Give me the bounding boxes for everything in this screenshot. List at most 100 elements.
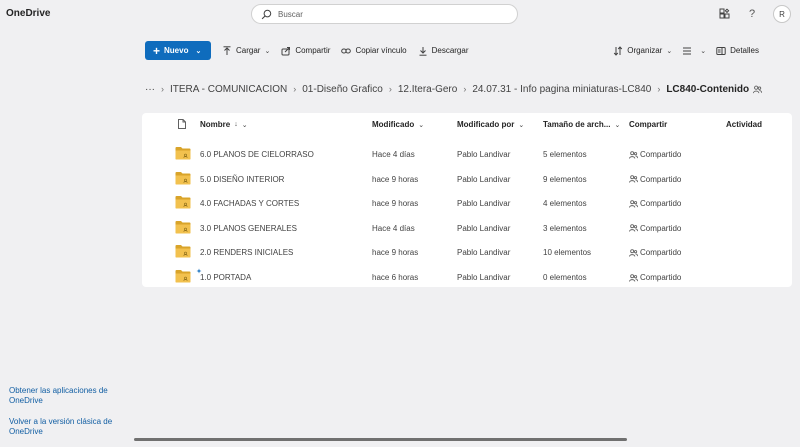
modified-by: Pablo Landivar xyxy=(457,174,511,184)
shared-people-icon xyxy=(629,150,638,159)
breadcrumb-overflow-button[interactable]: ··· xyxy=(145,84,155,95)
avatar[interactable]: R xyxy=(773,5,791,23)
search-input[interactable] xyxy=(278,9,498,19)
chevron-right-icon: › xyxy=(463,84,467,94)
folder-icon xyxy=(175,245,191,258)
chevron-down-icon: ⌄ xyxy=(264,47,271,55)
column-header-modified-by[interactable]: Modificado por ⌄ xyxy=(457,120,524,129)
breadcrumb-item[interactable]: 12.Itera-Gero xyxy=(398,84,457,95)
new-button-label: Nuevo xyxy=(164,46,189,55)
upload-button[interactable]: Cargar ⌄ xyxy=(222,45,271,56)
download-icon xyxy=(419,46,427,56)
breadcrumb-item[interactable]: 24.07.31 - Info pagina miniaturas-LC840 xyxy=(472,84,651,95)
modified-date: Hace 4 días xyxy=(372,150,415,159)
chevron-right-icon: › xyxy=(657,84,661,94)
copy-link-button[interactable]: Copiar vínculo xyxy=(341,46,407,56)
sharing-label: Compartido xyxy=(640,248,682,258)
modified-by: Pablo Landivar xyxy=(457,248,511,258)
help-icon[interactable]: ? xyxy=(741,3,763,25)
chevron-down-icon: ⌄ xyxy=(418,121,425,129)
shared-people-icon xyxy=(629,199,638,208)
modified-by: Pablo Landivar xyxy=(457,199,511,209)
search-box[interactable] xyxy=(251,4,518,24)
column-header-sharing[interactable]: Compartir xyxy=(629,120,667,129)
organize-label: Organizar xyxy=(627,46,663,55)
shared-people-icon xyxy=(629,249,638,257)
table-row[interactable]: 3.0 PLANOS GENERALES Hace 4 días Pablo Lan… xyxy=(142,216,792,240)
chevron-down-icon: ⌄ xyxy=(700,47,707,55)
sharing-status[interactable]: Compartido xyxy=(629,248,681,257)
shared-people-icon xyxy=(629,273,638,282)
shared-people-icon xyxy=(753,85,763,93)
list-view-icon xyxy=(683,47,692,54)
table-row[interactable]: 2.0 RENDERS INICIALES hace 9 horas Pablo L… xyxy=(142,240,792,264)
file-type-icon[interactable] xyxy=(178,119,186,129)
sharing-status[interactable]: Compartido xyxy=(629,175,681,184)
file-size: 4 elementos xyxy=(543,199,587,209)
new-button[interactable]: + Nuevo ⌄ xyxy=(145,41,211,60)
sharing-label: Compartido xyxy=(640,273,682,282)
chevron-down-icon: ⌄ xyxy=(241,121,248,129)
view-options-button[interactable]: ⌄ xyxy=(682,46,706,56)
link-icon xyxy=(341,48,352,53)
column-header-activity[interactable]: Actividad xyxy=(726,120,762,129)
column-header-size-label: Tamaño de arch... xyxy=(543,120,611,129)
share-button[interactable]: Compartir xyxy=(281,46,330,56)
sharing-status[interactable]: Compartido xyxy=(629,150,681,159)
copy-link-label: Copiar vínculo xyxy=(355,46,407,55)
chevron-right-icon: › xyxy=(388,84,392,94)
premium-icon[interactable] xyxy=(714,3,736,25)
column-header-name-label: Nombre xyxy=(200,120,231,129)
breadcrumb: ··· › ITERA - COMUNICACION › 01-Diseño G… xyxy=(145,81,763,97)
file-name[interactable]: 6.0 PLANOS DE CIELORRASO xyxy=(200,150,314,159)
file-size: 10 elementos xyxy=(543,248,592,258)
chevron-down-icon: ⌄ xyxy=(195,47,202,55)
column-header-size[interactable]: Tamaño de arch... ⌄ xyxy=(543,120,620,129)
file-list: Nombre ↓ ⌄ Modificado ⌄ Modificado por ⌄… xyxy=(142,113,792,287)
plus-icon: + xyxy=(153,43,161,58)
chevron-down-icon: ⌄ xyxy=(518,121,525,129)
file-size: 9 elementos xyxy=(543,174,587,184)
classic-view-link[interactable]: Volver a la versión clásica de OneDrive xyxy=(9,417,129,437)
column-header-name[interactable]: Nombre ↓ ⌄ xyxy=(200,120,248,129)
get-apps-link[interactable]: Obtener las aplicaciones de OneDrive xyxy=(9,386,129,406)
file-name[interactable]: 3.0 PLANOS GENERALES xyxy=(200,224,297,233)
breadcrumb-item[interactable]: ITERA - COMUNICACION xyxy=(170,84,287,95)
sharing-status[interactable]: Compartido xyxy=(629,199,681,208)
details-pane-icon xyxy=(716,46,726,55)
details-button[interactable]: Detalles xyxy=(716,46,759,56)
table-row[interactable]: 5.0 DISEÑO INTERIOR hace 9 horas Pablo Lan… xyxy=(142,167,792,191)
sharing-label: Compartido xyxy=(640,223,682,233)
file-name[interactable]: 2.0 RENDERS INICIALES xyxy=(200,248,293,257)
modified-by: Pablo Landivar xyxy=(457,273,511,282)
file-name[interactable]: 4.0 FACHADAS Y CORTES xyxy=(200,199,299,208)
table-row[interactable]: 4.0 FACHADAS Y CORTES hace 9 horas Pablo L… xyxy=(142,191,792,215)
breadcrumb-item[interactable]: 01-Diseño Grafico xyxy=(302,84,383,95)
shared-people-icon xyxy=(629,175,638,183)
share-label: Compartir xyxy=(295,46,331,55)
column-header-sharing-label: Compartir xyxy=(629,120,668,129)
sort-icon xyxy=(614,45,623,56)
modified-date: hace 9 horas xyxy=(372,174,419,184)
modified-date: hace 9 horas xyxy=(372,199,419,209)
modified-date: Hace 4 días xyxy=(372,223,415,233)
table-row[interactable]: 1.0 PORTADA hace 6 horas Pablo Landivar 0 e… xyxy=(142,265,792,289)
horizontal-scrollbar[interactable] xyxy=(134,438,627,441)
top-bar: OneDrive ? R xyxy=(0,0,800,30)
details-label: Detalles xyxy=(730,46,759,55)
upload-label: Cargar xyxy=(236,46,261,55)
download-button[interactable]: Descargar xyxy=(418,46,469,56)
app-title[interactable]: OneDrive xyxy=(6,8,50,19)
column-header-modified[interactable]: Modificado ⌄ xyxy=(372,120,424,129)
sharing-label: Compartido xyxy=(640,199,682,209)
sharing-status[interactable]: Compartido xyxy=(629,273,681,282)
file-name[interactable]: 1.0 PORTADA xyxy=(200,273,251,282)
table-row[interactable]: 6.0 PLANOS DE CIELORRASO Hace 4 días Pablo… xyxy=(142,142,792,166)
modified-by: Pablo Landivar xyxy=(457,223,511,233)
command-bar: + Nuevo ⌄ Cargar ⌄ Compartir Copiar vínc… xyxy=(145,41,765,60)
sharing-status[interactable]: Compartido xyxy=(629,224,681,233)
file-name[interactable]: 5.0 DISEÑO INTERIOR xyxy=(200,175,284,184)
chevron-down-icon: ⌄ xyxy=(666,47,673,55)
search-icon xyxy=(261,9,272,19)
organize-button[interactable]: Organizar ⌄ xyxy=(613,45,673,56)
